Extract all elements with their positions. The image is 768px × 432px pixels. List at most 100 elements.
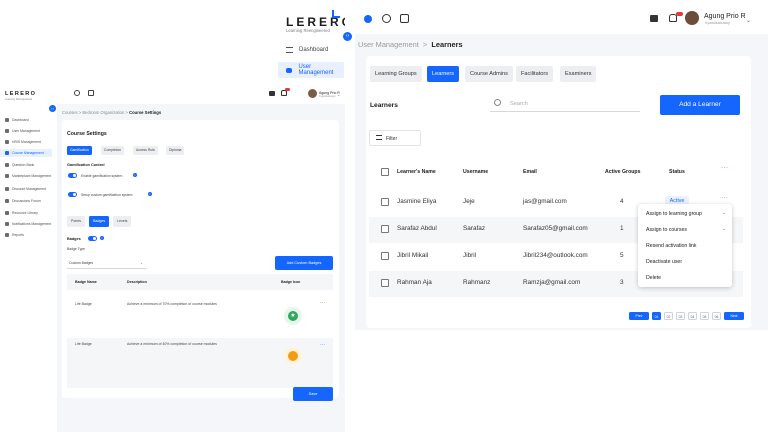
breadcrumb-user-management[interactable]: User Management [358, 40, 419, 49]
breadcrumb-courses[interactable]: Courses [62, 110, 78, 115]
column-header-badge-name: Badge Name [75, 280, 97, 284]
card-title: Course Settings [67, 131, 107, 137]
avatar[interactable] [308, 89, 317, 98]
status-dot-icon [364, 15, 372, 23]
sidebar-item-marketplace[interactable]: Marketplace Management [0, 170, 52, 181]
next-page-button[interactable]: Next [724, 312, 744, 320]
menu-item-deactivate[interactable]: Deactivate user [646, 259, 682, 265]
row-checkbox[interactable] [381, 198, 389, 206]
page-button[interactable]: 02 [664, 312, 673, 320]
trophy-icon[interactable] [88, 90, 94, 96]
tab-completion[interactable]: Completion [101, 146, 125, 155]
page-button[interactable]: 04 [688, 312, 697, 320]
sidebar-item-question-bank[interactable]: Question Bank [0, 161, 52, 169]
notification-badge [676, 12, 683, 16]
gear-icon[interactable] [382, 14, 391, 23]
info-icon[interactable]: i [148, 192, 152, 196]
menu-item-assign-courses[interactable]: Assign to courses [646, 227, 687, 233]
save-button[interactable]: Save [293, 387, 333, 401]
sidebar-item-resource-library[interactable]: Resource Library [0, 209, 52, 217]
question-icon [5, 163, 9, 167]
row-checkbox[interactable] [381, 252, 389, 260]
select-all-checkbox[interactable] [381, 168, 389, 176]
learner-email: Jibril234@outlook.com [523, 252, 588, 259]
medal-badge-icon [284, 347, 302, 365]
discount-icon [5, 186, 9, 191]
tab-badges[interactable]: Badges [89, 216, 110, 227]
row-more-button[interactable]: ··· [320, 300, 325, 306]
tab-points[interactable]: Points [67, 216, 85, 227]
sidebar-item-dashboard[interactable]: Dashboard [0, 116, 52, 124]
header-more-button[interactable]: ··· [721, 165, 729, 171]
tab-gamification[interactable]: Gamification [67, 146, 92, 155]
column-header-badge-icon: Badge Icon [281, 280, 301, 284]
sidebar-item-course-management[interactable]: Course Management [0, 149, 52, 157]
sidebar-item-hris[interactable]: HRIS Management [0, 138, 52, 146]
marketplace-icon [5, 173, 9, 178]
collapse-sidebar-button[interactable]: ‹› [49, 105, 56, 112]
chat-icon[interactable] [650, 15, 658, 22]
notification-badge [285, 88, 290, 91]
breadcrumb-course[interactable]: Bedroom Organization [82, 110, 124, 115]
page-button[interactable]: 03 [676, 312, 685, 320]
tab-learning-groups[interactable]: Learning Groups [370, 66, 422, 82]
enable-gamification-label: Enable gamification system [81, 174, 123, 178]
column-header-status: Status [669, 169, 685, 175]
avatar[interactable] [685, 11, 699, 25]
badges-label: Badges [67, 237, 81, 241]
chevron-down-icon[interactable]: ⌄ [337, 92, 340, 97]
collapse-sidebar-button[interactable]: ‹› [343, 32, 352, 41]
tab-learners[interactable]: Learners [427, 66, 460, 82]
gear-icon[interactable] [74, 90, 80, 96]
tab-levels[interactable]: Levels [113, 216, 132, 227]
search-input[interactable]: Search [490, 96, 640, 112]
custom-gamification-toggle[interactable] [68, 192, 77, 197]
logo-tagline: Learning Reengineered [5, 98, 33, 101]
chat-icon[interactable] [269, 91, 275, 96]
sidebar-item-notifications[interactable]: Notifications Management [0, 218, 52, 229]
menu-item-assign-group[interactable]: Assign to learning group [646, 211, 702, 217]
row-checkbox[interactable] [381, 225, 389, 233]
page-button[interactable]: 05 [700, 312, 709, 320]
logo-tagline: Learning Reengineered [286, 28, 330, 33]
sidebar-item-discount[interactable]: Discount Management [0, 183, 52, 194]
chevron-down-icon: ⌄ [721, 210, 726, 216]
sidebar-item-user-management[interactable]: User Management [278, 62, 344, 78]
enable-gamification-toggle[interactable] [68, 173, 77, 178]
add-custom-badges-button[interactable]: Add Custom Badges [275, 256, 333, 270]
tab-diploma[interactable]: Diploma [166, 146, 185, 155]
page-button[interactable]: 01 [652, 312, 661, 320]
row-checkbox[interactable] [381, 279, 389, 287]
info-icon[interactable]: i [100, 236, 104, 240]
info-icon[interactable]: i [133, 173, 137, 177]
section-title: Learners [370, 102, 398, 109]
sidebar-item-reports[interactable]: Reports [0, 231, 52, 239]
user-name: Agung Prio R [704, 13, 746, 20]
chevron-down-icon[interactable]: ⌄ [746, 17, 751, 24]
learner-name: Sarafaz Abdul [397, 225, 437, 232]
trophy-icon[interactable] [400, 14, 409, 23]
learner-email: Sarafaz05@gmail.com [523, 225, 588, 232]
tab-examiners[interactable]: Examiners [560, 66, 597, 82]
reports-icon [5, 233, 9, 237]
badges-toggle[interactable] [88, 236, 97, 241]
badge-type-label: Badge Type [67, 247, 86, 251]
badge-type-select[interactable]: Custom Badges ⌄ [67, 258, 147, 269]
add-learner-button[interactable]: Add a Learner [660, 95, 740, 115]
sidebar-item-user-management[interactable]: User Management [0, 127, 52, 135]
page-button[interactable]: 06 [712, 312, 721, 320]
sidebar-item-dashboard[interactable]: Dashboard [278, 42, 344, 58]
tab-facilitators[interactable]: Facilitators [516, 66, 554, 82]
prev-page-button[interactable]: Prev [629, 312, 649, 320]
tab-access-rule[interactable]: Access Rule [133, 146, 158, 155]
logo: LERERO [286, 15, 355, 29]
menu-item-delete[interactable]: Delete [646, 275, 661, 281]
bell-icon [5, 221, 9, 226]
row-more-button[interactable]: ··· [320, 342, 325, 348]
users-icon [286, 67, 293, 73]
sidebar-item-discussions[interactable]: Discussions Forum [0, 197, 52, 205]
sidebar: LERERO Learning Reengineered Dashboard U… [0, 80, 52, 432]
menu-item-resend-activation[interactable]: Resend activation link [646, 243, 696, 249]
row-more-button[interactable]: ··· [721, 195, 729, 201]
tab-course-admins[interactable]: Course Admins [465, 66, 513, 82]
